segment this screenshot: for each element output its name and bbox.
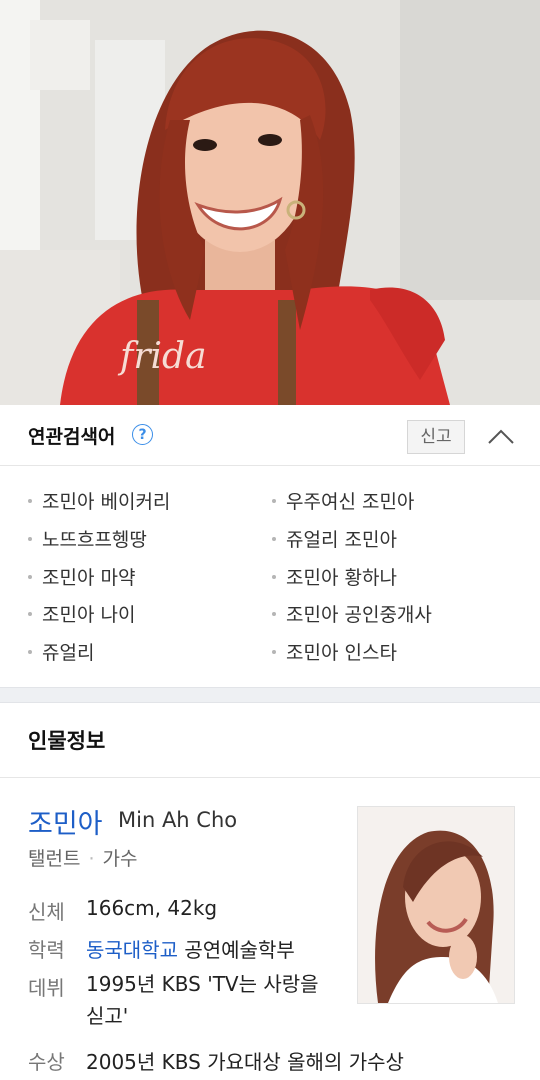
related-searches-panel: 연관검색어 ? 신고 조민아 베이커리 노뜨흐프헹땅 조민아 마약 조민아 나이… bbox=[0, 405, 540, 687]
related-keyword-item[interactable]: 쥬얼리 bbox=[28, 641, 94, 665]
chevron-up-icon[interactable] bbox=[487, 426, 515, 446]
person-info-header: 인물정보 bbox=[0, 703, 540, 778]
related-keyword-item[interactable]: 조민아 인스타 bbox=[272, 641, 397, 665]
hero-photo-illustration: frida bbox=[0, 0, 540, 405]
person-occupation: 탤런트 · 가수 bbox=[28, 848, 138, 870]
svg-text:frida: frida bbox=[117, 336, 207, 377]
person-profile: 조민아 Min Ah Cho 탤런트 · 가수 신체 166cm, 42kg 학력 동국… bbox=[0, 778, 540, 1078]
education-link[interactable]: 동국대학교 bbox=[86, 938, 178, 962]
section-divider bbox=[0, 687, 540, 703]
related-searches-title: 연관검색어 bbox=[28, 426, 116, 448]
person-name-link[interactable]: 조민아 bbox=[28, 802, 103, 841]
person-info-title: 인물정보 bbox=[28, 729, 106, 753]
hero-photo[interactable]: frida bbox=[0, 0, 540, 405]
question-circle-icon[interactable]: ? bbox=[132, 424, 153, 445]
info-row-education: 학력 동국대학교 공연예술학부 bbox=[28, 938, 295, 962]
related-searches-header: 연관검색어 ? 신고 bbox=[0, 405, 540, 466]
related-keyword-item[interactable]: 조민아 베이커리 bbox=[28, 490, 170, 514]
related-keyword-item[interactable]: 조민아 황하나 bbox=[272, 566, 397, 590]
related-keyword-item[interactable]: 조민아 공인중개사 bbox=[272, 603, 432, 627]
related-keyword-item[interactable]: 우주여신 조민아 bbox=[272, 490, 414, 514]
person-name-english: Min Ah Cho bbox=[118, 808, 238, 832]
info-row-debut: 데뷔 1995년 KBS 'TV는 사랑을 싣고' bbox=[28, 972, 319, 1028]
info-row-award: 수상 2005년 KBS 가요대상 올해의 가수상 bbox=[28, 1050, 404, 1074]
related-keyword-item[interactable]: 조민아 마약 bbox=[28, 566, 135, 590]
related-keyword-item[interactable]: 노뜨흐프헹땅 bbox=[28, 528, 147, 552]
profile-photo-illustration bbox=[358, 807, 514, 1003]
profile-photo[interactable] bbox=[357, 806, 515, 1004]
info-row-body: 신체 166cm, 42kg bbox=[28, 896, 218, 924]
related-keyword-item[interactable]: 쥬얼리 조민아 bbox=[272, 528, 397, 552]
report-button[interactable]: 신고 bbox=[407, 420, 465, 454]
related-keyword-item[interactable]: 조민아 나이 bbox=[28, 603, 135, 627]
